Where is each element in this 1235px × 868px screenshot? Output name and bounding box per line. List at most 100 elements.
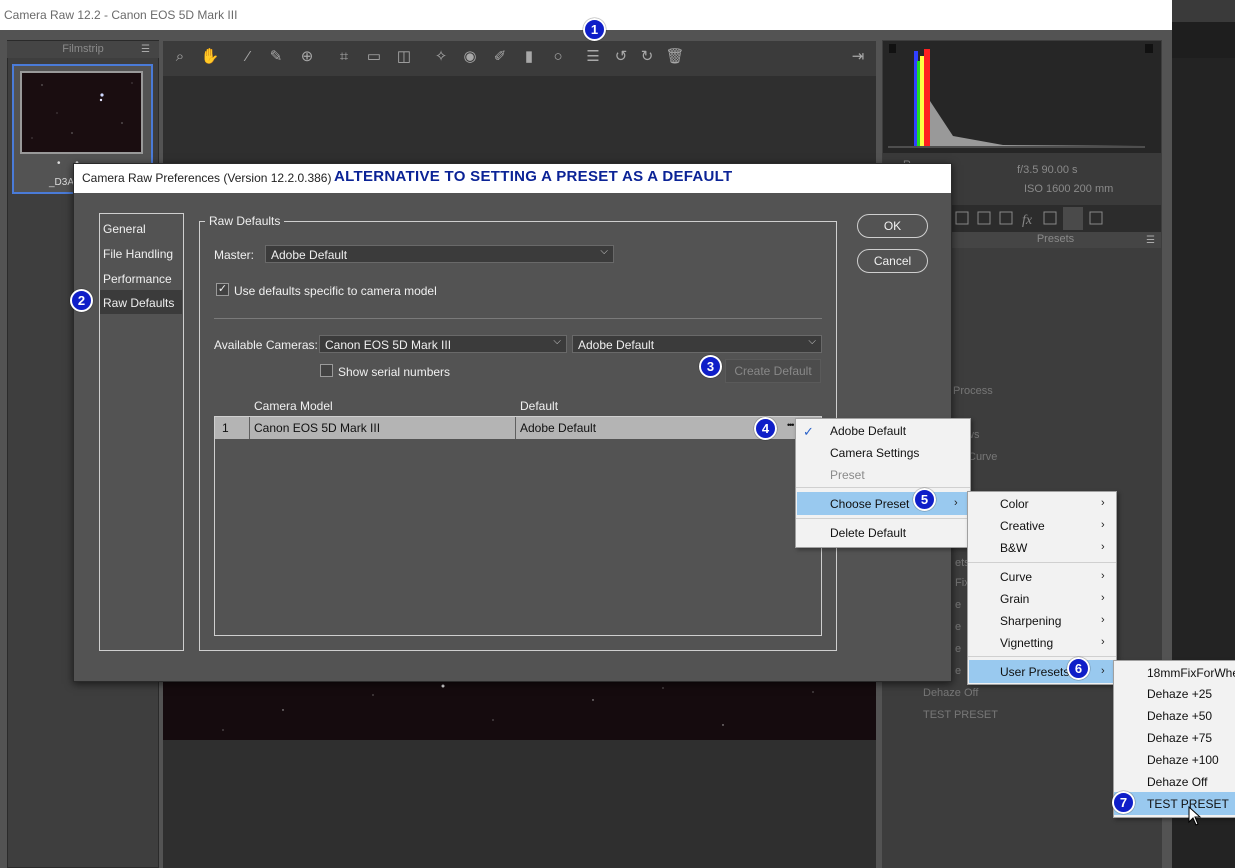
menu-item-choose-preset[interactable]: Choose Preset [830,497,909,511]
menu-item-dehaze-off[interactable]: Dehaze Off [1147,775,1207,789]
rotate-right-icon[interactable]: ↻ [637,47,657,67]
zoom-icon[interactable]: ⌕ [170,47,190,67]
defaults-table [214,416,822,636]
menu-item-color[interactable]: Color [1000,497,1029,511]
column-divider [249,417,250,439]
trash-icon[interactable]: 🗑 [665,47,685,67]
menu-separator [968,562,1116,563]
row-camera-model: Canon EOS 5D Mark III [254,421,381,435]
red-eye-icon[interactable]: ◉ [460,47,480,67]
menu-item-preset: Preset [830,468,865,482]
menu-item-user-presets[interactable]: User Presets [1000,665,1069,679]
master-select[interactable]: Adobe Default ⌵ [265,245,614,263]
chevron-right-icon: › [1101,570,1105,582]
step-badge-2: 2 [70,289,93,312]
camera-select[interactable]: Canon EOS 5D Mark III ⌵ [319,335,567,353]
row-default: Adobe Default [520,421,597,435]
presets-menu-icon[interactable]: ☰ [1146,235,1155,246]
check-icon: ✓ [803,424,814,439]
group-title: Raw Defaults [205,214,285,228]
bg-preset-item: e [955,643,962,655]
preset-test[interactable]: TEST PRESET [923,709,998,721]
menu-item-adobe-default[interactable]: Adobe Default [830,424,906,438]
master-label: Master: [214,248,255,262]
preferences-icon[interactable]: ☰ [583,47,603,67]
step-badge-5: 5 [913,488,936,511]
use-defaults-checkbox[interactable]: ✓ [216,283,229,296]
exit-fullscreen-icon[interactable]: ⇥ [848,47,868,67]
color-sampler-icon[interactable]: ✎ [266,47,286,67]
panel-tabs[interactable]: fx [950,205,1161,232]
menu-item-grain[interactable]: Grain [1000,592,1029,606]
menu-item-dehaze-25[interactable]: Dehaze +25 [1147,687,1212,701]
chevron-down-icon: ⌵ [553,336,561,347]
col-header-camera-model: Camera Model [254,399,333,413]
chevron-right-icon: › [1101,665,1105,677]
rotate-left-icon[interactable]: ↺ [611,47,631,67]
menu-item-creative[interactable]: Creative [1000,519,1045,533]
master-value: Adobe Default [271,248,348,262]
iso-focal: ISO 1600 200 mm [1024,183,1114,195]
camera-default-value: Adobe Default [578,338,655,352]
adjustment-brush-icon[interactable]: ✐ [490,47,510,67]
straighten-icon[interactable]: ▭ [364,47,384,67]
preview-image-strip [163,680,876,740]
menu-separator [796,518,970,519]
hamburger-icon[interactable]: ☰ [141,44,150,55]
targeted-adjust-icon[interactable]: ⊕ [297,47,317,67]
available-cameras-label: Available Cameras: [214,338,318,352]
radial-filter-icon[interactable]: ○ [548,47,568,67]
menu-item-delete-default[interactable]: Delete Default [830,526,906,540]
bg-preset-item: e [955,665,962,677]
more-options-icon[interactable]: ••• [787,420,795,430]
white-balance-icon[interactable]: ⁄ [238,47,258,67]
mouse-cursor-icon [1188,805,1202,826]
presets-header: Presets [950,232,1161,248]
chevron-down-icon: ⌵ [600,246,608,257]
menu-item-camera-settings[interactable]: Camera Settings [830,446,919,460]
nav-file-handling[interactable]: File Handling [100,241,182,265]
preset-dehaze-off[interactable]: Dehaze Off [923,687,978,699]
transform-icon[interactable]: ◫ [394,47,414,67]
cancel-button[interactable]: Cancel [857,249,928,273]
menu-item-18mmfix[interactable]: 18mmFixForWhe [1147,666,1235,680]
step-badge-7: 7 [1112,791,1135,814]
step-badge-1: 1 [583,18,606,41]
filmstrip-header: Filmstrip [7,41,159,58]
bg-preset-item: Process [953,385,993,397]
crop-icon[interactable]: ⌗ [334,47,354,67]
menu-separator [968,656,1116,657]
menu-item-sharpening[interactable]: Sharpening [1000,614,1061,628]
hand-icon[interactable]: ✋ [200,47,220,67]
step-badge-3: 3 [699,355,722,378]
menu-item-dehaze-75[interactable]: Dehaze +75 [1147,731,1212,745]
chevron-right-icon: › [1101,497,1105,509]
graduated-filter-icon[interactable]: ▮ [519,47,539,67]
bg-preset-item: e [955,621,962,633]
col-header-default: Default [520,399,559,413]
histogram [883,41,1161,153]
nav-raw-defaults[interactable]: Raw Defaults [100,290,182,314]
nav-general[interactable]: General [100,216,182,240]
chevron-right-icon: › [1101,592,1105,604]
menu-item-curve[interactable]: Curve [1000,570,1032,584]
dialog-title: Camera Raw Preferences [82,171,221,185]
chevron-down-icon: ⌵ [808,336,816,347]
bg-preset-item: e [955,599,962,611]
bg-preset-item: Curve [968,451,998,463]
menu-item-dehaze-100[interactable]: Dehaze +100 [1147,753,1219,767]
create-default-button[interactable]: Create Default [725,359,821,383]
chevron-right-icon: › [1101,541,1105,553]
ok-button[interactable]: OK [857,214,928,238]
camera-default-select[interactable]: Adobe Default ⌵ [572,335,822,353]
menu-item-vignetting[interactable]: Vignetting [1000,636,1053,650]
menu-item-dehaze-50[interactable]: Dehaze +50 [1147,709,1212,723]
show-serial-checkbox[interactable] [320,364,333,377]
svg-text:fx: fx [1022,213,1033,228]
menu-item-bw[interactable]: B&W [1000,541,1027,555]
divider [214,318,822,319]
nav-performance[interactable]: Performance [100,266,182,290]
menu-separator [796,487,970,488]
spot-removal-icon[interactable]: ✧ [431,47,451,67]
step-badge-6: 6 [1067,657,1090,680]
